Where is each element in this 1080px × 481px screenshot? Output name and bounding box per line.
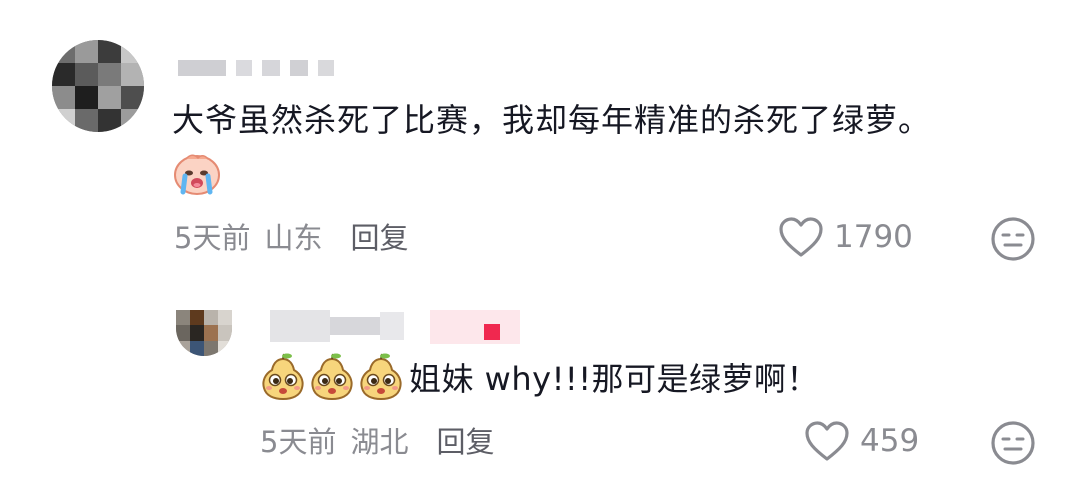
pear-face-emoji-icon <box>262 353 304 401</box>
like-button[interactable]: 459 <box>804 420 919 462</box>
avatar-pixelated <box>176 310 232 356</box>
meh-face-icon[interactable] <box>990 216 1036 262</box>
redacted-block <box>380 312 404 340</box>
reply-region: 湖北 <box>350 425 409 459</box>
pear-face-emoji-icon <box>360 353 402 401</box>
reply-content: 姐妹 why!!!那可是绿萝啊！ <box>260 352 819 402</box>
redacted-block <box>178 60 226 76</box>
username-redacted[interactable] <box>178 60 334 76</box>
author-badge-redacted <box>430 310 520 344</box>
heart-outline-icon <box>805 421 849 461</box>
like-count: 459 <box>860 423 920 459</box>
redacted-block <box>330 317 380 335</box>
avatar[interactable] <box>52 40 144 132</box>
reply-date: 5天前 <box>260 425 337 459</box>
reply-button[interactable]: 回复 <box>350 218 408 258</box>
heart-outline-icon <box>779 217 823 257</box>
redacted-block <box>262 60 280 76</box>
crying-emoji-icon <box>174 154 220 195</box>
badge-dot <box>484 324 500 340</box>
reply-text: 姐妹 why!!!那可是绿萝啊！ <box>409 360 820 398</box>
pear-face-emoji-icon <box>311 353 353 401</box>
like-count: 1790 <box>834 219 913 255</box>
reply-button[interactable]: 回复 <box>436 422 494 462</box>
redacted-block <box>236 60 252 76</box>
avatar-pixelated <box>52 40 144 132</box>
like-button[interactable]: 1790 <box>778 216 913 258</box>
comment-date: 5天前 <box>174 221 251 255</box>
reply-username-redacted[interactable] <box>270 310 404 342</box>
comment-text: 大爷虽然杀死了比赛，我却每年精准的杀死了绿萝。 <box>172 101 932 139</box>
reply-avatar[interactable] <box>176 310 232 356</box>
redacted-block <box>318 60 334 76</box>
redacted-block <box>270 310 330 342</box>
comment-region: 山东 <box>264 221 323 255</box>
reply-meta: 5天前 湖北 回复 <box>260 422 494 462</box>
comment-meta: 5天前 山东 回复 <box>174 218 408 258</box>
meh-face-icon[interactable] <box>990 420 1036 466</box>
redacted-block <box>290 60 308 76</box>
